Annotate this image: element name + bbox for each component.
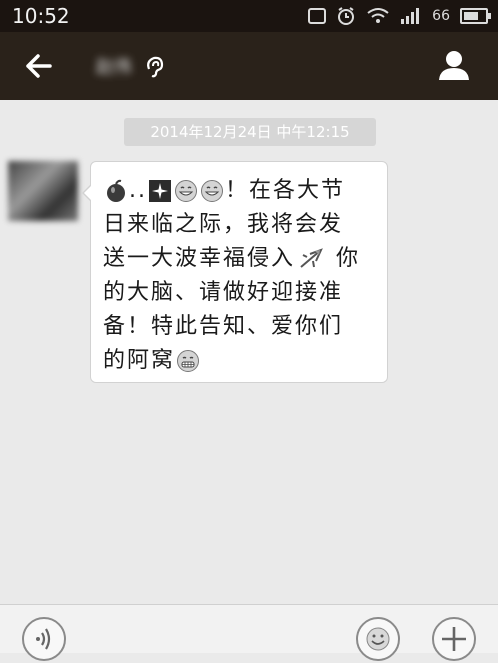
- battery-icon: [460, 8, 491, 24]
- contact-name: 赵伟: [96, 57, 132, 78]
- voice-input-icon: [36, 628, 51, 650]
- message-bubble[interactable]: .. ！在各大节 日来临之际，我将会发 送一大波幸福侵入 你 的大脑、请做好迎接…: [82, 161, 388, 383]
- sparkle-emoji-icon: [149, 180, 171, 202]
- signal-icon: [401, 8, 420, 24]
- plus-icon: [442, 627, 466, 651]
- person-icon[interactable]: [434, 46, 474, 86]
- airplane-emoji-icon: [300, 248, 323, 268]
- message-line3b: 你: [336, 246, 361, 271]
- earpiece-icon: [147, 56, 164, 78]
- message-text: .. ！在各大节 日来临之际，我将会发 送一大波幸福侵入 你 的大脑、请做好迎接…: [103, 174, 375, 378]
- wifi-icon: [367, 8, 389, 23]
- message-line3: 送一大波幸福侵入: [103, 246, 296, 271]
- message-line6: 的阿窝: [103, 348, 176, 373]
- voice-input-button[interactable]: [22, 617, 66, 661]
- status-icons: 66: [308, 6, 491, 26]
- grimace-emoji-icon: [177, 350, 200, 372]
- contact-info[interactable]: 赵伟: [96, 54, 168, 78]
- message-line4: 的大脑、请做好迎接准: [103, 280, 344, 305]
- emoji-button[interactable]: [356, 617, 400, 661]
- avatar[interactable]: [8, 161, 78, 221]
- message-line2: 日来临之际，我将会发: [103, 212, 344, 237]
- arrow-left-icon[interactable]: [20, 46, 60, 86]
- message-timestamp: 2014年12月24日 中午12:15: [124, 118, 376, 146]
- message-line1-dots: ..: [129, 178, 147, 203]
- input-bar: [0, 604, 498, 661]
- chat-header: 赵伟: [0, 32, 498, 100]
- status-time: 10:52: [12, 4, 70, 28]
- status-bar: 10:52 66: [0, 0, 498, 32]
- alarm-icon: [338, 7, 355, 25]
- message-line5: 备！特此告知、爱你们: [103, 314, 344, 339]
- plus-button[interactable]: [432, 617, 476, 661]
- grin-emoji-icon: [175, 180, 197, 202]
- grin-emoji-icon: [201, 180, 223, 202]
- emoji-icon: [366, 627, 390, 651]
- apple-emoji-icon: [107, 179, 125, 202]
- status-app-icon: [308, 8, 327, 24]
- message-line1b: ！在各大节: [225, 178, 346, 203]
- signal-text: 66: [432, 8, 450, 24]
